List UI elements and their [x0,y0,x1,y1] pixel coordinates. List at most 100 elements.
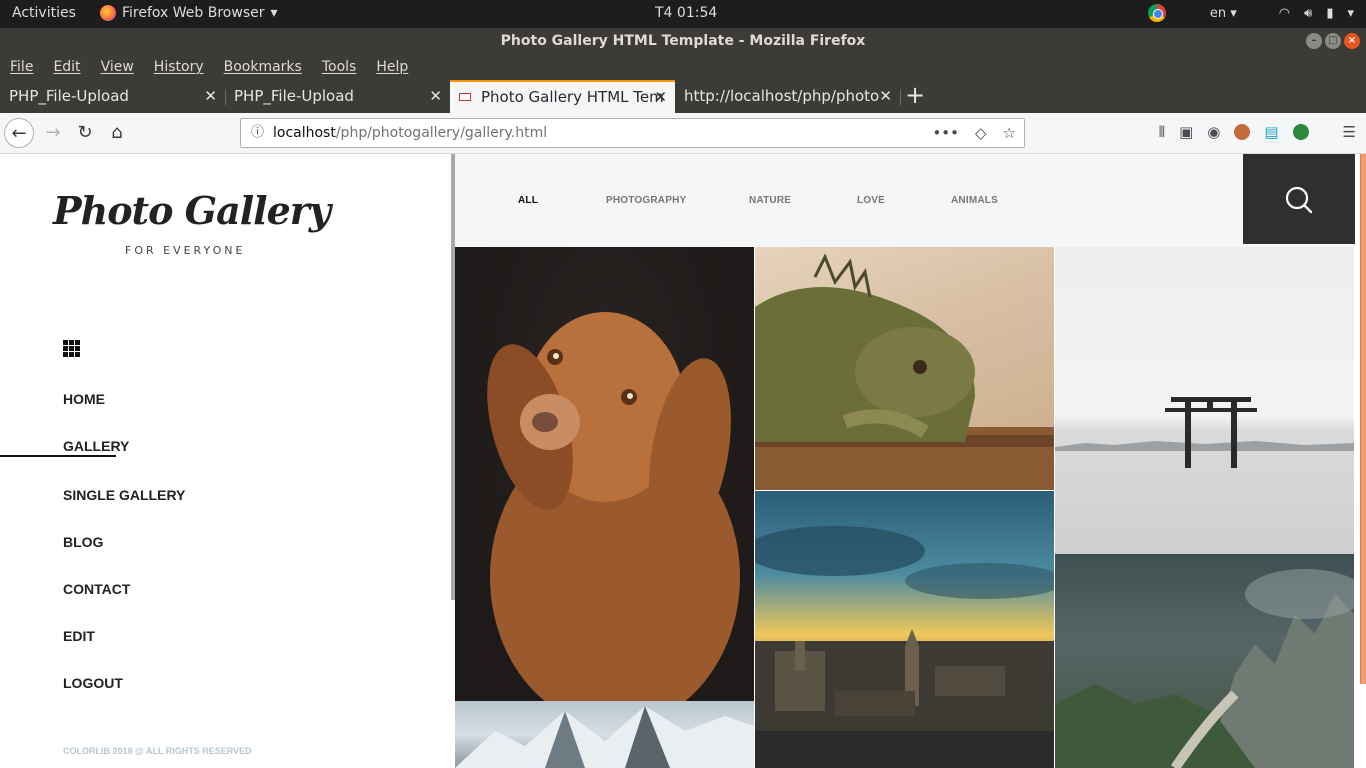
menu-file[interactable]: File [10,59,33,75]
tab-label: http://localhost/php/photo [684,87,880,105]
caret-down-icon: ▾ [270,5,278,21]
search-button[interactable] [1243,154,1355,244]
close-window-icon[interactable]: × [1344,33,1360,49]
menu-tools[interactable]: Tools [322,59,357,75]
power-menu-icon[interactable]: ▾ [1347,6,1354,21]
home-icon[interactable]: ⌂ [102,118,132,148]
volume-icon[interactable]: 🔊︎ [1304,6,1312,21]
iguana-illustration [755,253,1054,490]
site-tagline: FOR EVERYONE [125,244,246,257]
tab-label: Photo Gallery HTML Tem [481,88,664,106]
app-menu[interactable]: Firefox Web Browser ▾ [100,5,278,21]
menu-bookmarks[interactable]: Bookmarks [224,59,302,75]
site-logo[interactable]: Photo Gallery [53,188,331,233]
search-icon [1285,186,1313,214]
web-page: Photo Gallery FOR EVERYONE HOME GALLERY … [0,154,1366,768]
filter-all[interactable]: ALL [518,195,538,206]
page-actions-icon[interactable]: ••• [932,119,959,147]
system-tray[interactable]: en ▾ ◠ 🔊︎ ▮ ▾ [1147,4,1354,22]
tab-php-file-upload-2[interactable]: PHP_File-Upload ✕ [225,80,450,113]
nav-gallery[interactable]: GALLERY [63,438,129,454]
site-info-icon[interactable]: ⓘ [251,119,264,147]
gallery-main: ALL PHOTOGRAPHY NATURE LOVE ANIMALS [455,154,1355,768]
menu-history[interactable]: History [154,59,204,75]
url-host: localhost [273,125,336,141]
mountain-illustration [1055,569,1354,768]
battery-icon[interactable]: ▮ [1326,6,1333,21]
site-sidebar: Photo Gallery FOR EVERYONE HOME GALLERY … [0,154,451,768]
navigation-toolbar: ← → ↻ ⌂ ⓘ localhost/php/photogallery/gal… [0,113,1366,154]
new-tab-icon[interactable]: + [905,80,925,113]
save-icon[interactable]: ▤ [1264,123,1278,141]
window-title: Photo Gallery HTML Template - Mozilla Fi… [500,33,866,49]
clock[interactable]: T4 01:54 [655,5,717,21]
close-tab-icon[interactable]: ✕ [654,82,667,113]
tab-label: PHP_File-Upload [234,87,354,105]
copyright-text: COLORLIB 2018 @ ALL RIGHTS RESERVED [63,746,252,756]
activities-button[interactable]: Activities [12,5,76,21]
forward-arrow-icon[interactable]: → [38,118,68,148]
active-nav-underline [0,455,116,457]
tab-localhost-photo[interactable]: http://localhost/php/photo ✕ [675,80,900,113]
nav-blog[interactable]: BLOG [63,534,103,550]
hamburger-menu-icon[interactable]: ☰ [1343,123,1356,141]
nav-contact[interactable]: CONTACT [63,581,130,597]
grid-menu-icon[interactable] [63,340,80,357]
library-icon[interactable]: ⫴ [1159,123,1165,141]
menu-help[interactable]: Help [376,59,408,75]
app-menu-label: Firefox Web Browser [122,5,265,21]
tab-photo-gallery[interactable]: Photo Gallery HTML Tem ✕ [450,80,675,113]
language-indicator[interactable]: en ▾ [1210,6,1237,21]
pocket-icon[interactable]: ◇ [975,119,987,147]
url-bar[interactable]: ⓘ localhost/php/photogallery/gallery.htm… [240,118,1025,148]
minimize-icon[interactable]: – [1306,33,1322,49]
site-favicon [459,93,471,101]
sidebar-icon[interactable]: ▣ [1179,123,1193,141]
menu-view[interactable]: View [101,59,134,75]
maximize-icon[interactable]: □ [1325,33,1341,49]
city-illustration [755,526,1054,768]
close-tab-icon[interactable]: ✕ [204,80,217,113]
menu-bar: File Edit View History Bookmarks Tools H… [0,54,1366,80]
extension-icon[interactable] [1234,124,1251,140]
extension-green-icon[interactable] [1292,124,1309,140]
wifi-icon[interactable]: ◠ [1279,6,1290,21]
url-path: /php/photogallery/gallery.html [335,125,548,141]
tab-label: PHP_File-Upload [9,87,129,105]
gallery-photo-city[interactable] [755,491,1054,768]
tab-strip: PHP_File-Upload ✕ PHP_File-Upload ✕ Phot… [0,80,1366,113]
window-titlebar: Photo Gallery HTML Template - Mozilla Fi… [0,28,1366,54]
snowy-peaks-illustration [455,706,754,768]
dog-illustration [487,312,740,701]
reload-icon[interactable]: ↻ [70,118,100,148]
system-top-bar: Activities Firefox Web Browser ▾ T4 01:5… [0,0,1366,28]
bookmark-star-icon[interactable]: ☆ [1003,119,1016,147]
filter-nature[interactable]: NATURE [749,195,791,206]
tab-separator [900,89,901,105]
nav-home[interactable]: HOME [63,391,105,407]
chrome-icon[interactable] [1147,4,1166,22]
gallery-photo-torii[interactable] [1055,247,1354,554]
close-tab-icon[interactable]: ✕ [879,80,892,113]
nav-edit[interactable]: EDIT [63,628,95,644]
gallery-photo-mountain[interactable] [1055,554,1354,768]
nav-logout[interactable]: LOGOUT [63,675,123,691]
menu-edit[interactable]: Edit [53,59,80,75]
filter-love[interactable]: LOVE [857,195,885,206]
page-scrollbar[interactable] [1360,154,1366,684]
gallery-photo-snowy-peaks[interactable] [455,701,754,768]
account-icon[interactable]: ◉ [1207,123,1220,141]
window-controls: – □ × [1306,33,1360,49]
filter-bar: ALL PHOTOGRAPHY NATURE LOVE ANIMALS [455,154,1355,247]
filter-photography[interactable]: PHOTOGRAPHY [606,195,686,206]
firefox-icon [100,5,116,21]
gallery-photo-iguana[interactable] [755,247,1054,490]
toolbar-icons: ⫴ ▣ ◉ ▤ ☰ [1159,123,1356,141]
tab-php-file-upload-1[interactable]: PHP_File-Upload ✕ [0,80,225,113]
filter-animals[interactable]: ANIMALS [951,195,998,206]
close-tab-icon[interactable]: ✕ [429,80,442,113]
gallery-photo-dog[interactable] [455,247,754,701]
torii-illustration [1055,397,1354,468]
back-arrow-icon[interactable]: ← [4,118,34,148]
nav-single-gallery[interactable]: SINGLE GALLERY [63,487,185,503]
